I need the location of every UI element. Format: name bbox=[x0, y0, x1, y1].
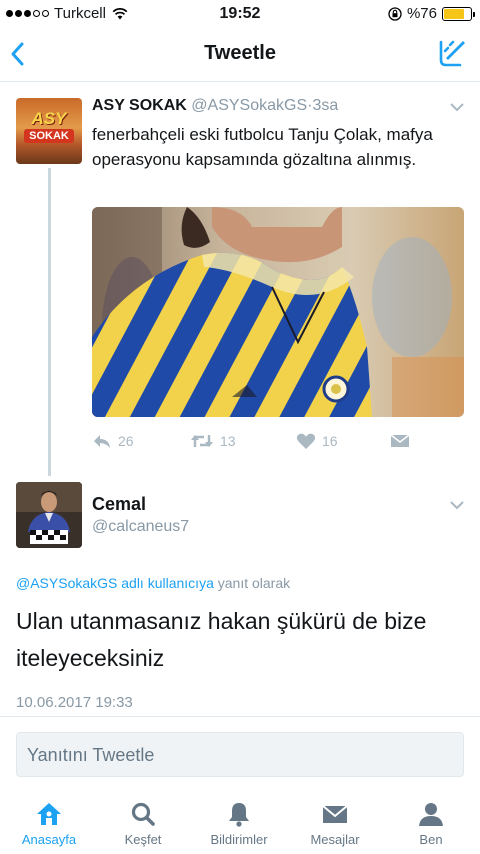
reply-author-handle[interactable]: @calcaneus7 bbox=[92, 518, 189, 536]
reply-timestamp: 10.06.2017 19:33 bbox=[16, 694, 133, 711]
avatar-logo-text-top: ASY bbox=[31, 109, 67, 128]
tab-bar: Anasayfa Keşfet Bildirimler Mesajlar Ben bbox=[0, 792, 480, 854]
heart-icon bbox=[296, 433, 316, 449]
tab-profile[interactable]: Ben bbox=[386, 800, 476, 847]
direct-message-action[interactable] bbox=[390, 432, 410, 450]
chevron-down-icon[interactable] bbox=[450, 501, 464, 510]
tweet-time: 3sa bbox=[312, 97, 339, 114]
tab-explore[interactable]: Keşfet bbox=[98, 800, 188, 847]
page-title: Tweetle bbox=[204, 42, 276, 64]
bell-icon bbox=[229, 803, 249, 827]
tweet-actions: 26 13 16 bbox=[92, 432, 422, 452]
home-icon bbox=[37, 803, 61, 825]
person-icon bbox=[419, 803, 443, 826]
like-count: 16 bbox=[322, 433, 338, 449]
envelope-icon bbox=[390, 434, 410, 447]
tweet-header: ASY SOKAK @ASYSokakGS·3sa bbox=[92, 97, 338, 115]
author-name[interactable]: ASY SOKAK bbox=[92, 97, 187, 114]
status-bar: Turkcell 19:52 %76 bbox=[0, 0, 480, 28]
tab-notifications[interactable]: Bildirimler bbox=[194, 800, 284, 847]
battery-icon bbox=[442, 6, 475, 21]
tab-label: Mesajlar bbox=[310, 832, 360, 847]
avatar-cemal[interactable] bbox=[16, 482, 82, 548]
battery-group: %76 bbox=[388, 5, 475, 22]
avatar-asy-sokak[interactable]: ASY SOKAK bbox=[16, 98, 82, 164]
reply-count: 26 bbox=[118, 433, 134, 449]
tab-label: Bildirimler bbox=[210, 832, 268, 847]
thread-line bbox=[48, 168, 51, 476]
orientation-lock-icon bbox=[388, 6, 402, 21]
avatar-photo bbox=[16, 482, 82, 548]
divider bbox=[0, 716, 480, 717]
compose-tweet-icon[interactable] bbox=[436, 38, 468, 70]
reply-tweet-text: Ulan utanmasanız hakan şükürü de bize it… bbox=[16, 608, 427, 671]
battery-level bbox=[444, 8, 464, 19]
reply-action[interactable]: 26 bbox=[92, 432, 134, 450]
reply-context-suffix: yanıt olarak bbox=[213, 575, 291, 591]
author-handle[interactable]: @ASYSokakGS bbox=[191, 97, 307, 114]
tab-label: Anasayfa bbox=[21, 832, 77, 847]
football-player-photo bbox=[92, 207, 464, 417]
envelope-icon bbox=[322, 805, 348, 823]
tweet-photo[interactable] bbox=[92, 207, 464, 417]
search-icon bbox=[131, 802, 155, 826]
battery-percent: %76 bbox=[406, 5, 437, 22]
tab-home[interactable]: Anasayfa bbox=[4, 800, 94, 847]
tweet-text: fenerbahçeli eski futbolcu Tanju Çolak, … bbox=[92, 125, 433, 169]
tab-label: Keşfet bbox=[124, 832, 162, 847]
retweet-icon bbox=[191, 435, 213, 447]
reply-context: @ASYSokakGS adlı kullanıcıya yanıt olara… bbox=[16, 575, 290, 591]
retweet-action[interactable]: 13 bbox=[190, 432, 236, 450]
chevron-down-icon[interactable] bbox=[450, 103, 464, 112]
tab-label: Ben bbox=[419, 832, 443, 847]
navigation-bar: Tweetle bbox=[0, 28, 480, 82]
tab-messages[interactable]: Mesajlar bbox=[290, 800, 380, 847]
reply-icon bbox=[94, 435, 110, 448]
like-action[interactable]: 16 bbox=[296, 432, 338, 450]
retweet-count: 13 bbox=[220, 433, 236, 449]
avatar-logo-text-bottom: SOKAK bbox=[24, 129, 74, 143]
reply-input[interactable]: Yanıtını Tweetle bbox=[16, 732, 464, 777]
reply-to-link[interactable]: @ASYSokakGS adlı kullanıcıya bbox=[16, 575, 214, 591]
reply-author-name[interactable]: Cemal bbox=[92, 494, 146, 515]
